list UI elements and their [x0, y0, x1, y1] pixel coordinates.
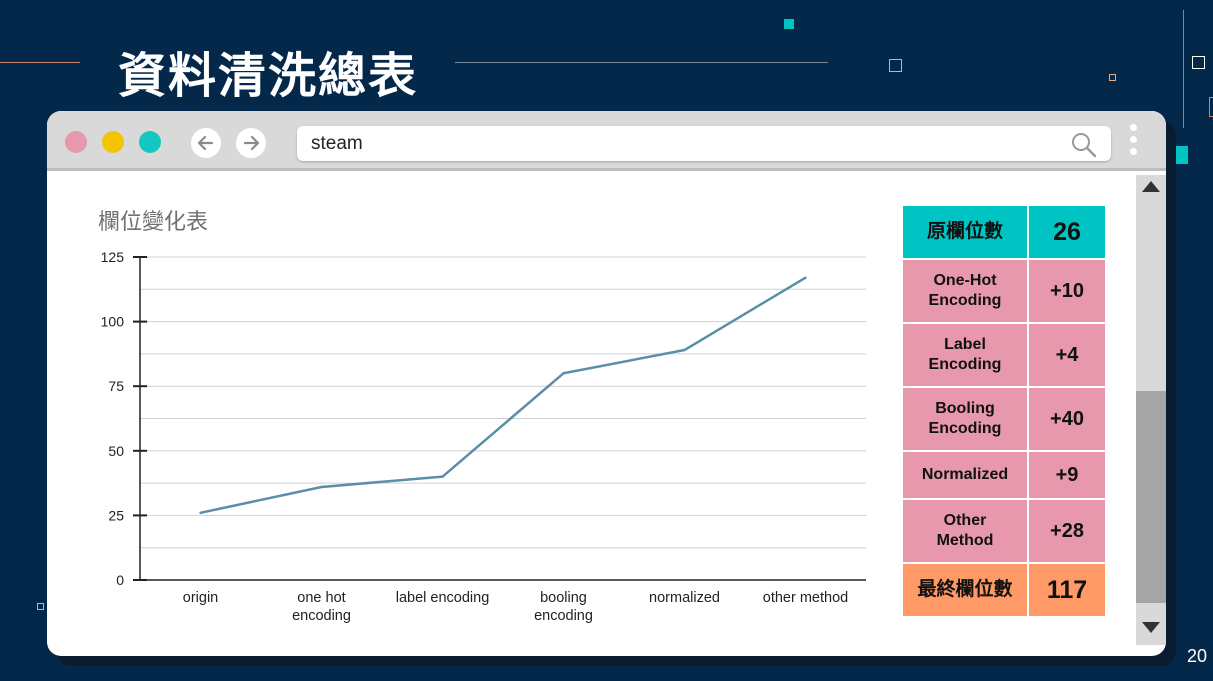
- right-vertical-line: [1183, 10, 1184, 128]
- scroll-thumb[interactable]: [1136, 391, 1166, 603]
- summary-value: +4: [1029, 324, 1105, 386]
- summary-row: Booling Encoding +40: [903, 388, 1105, 450]
- y-tick-label: 25: [108, 507, 124, 523]
- chart-title: 欄位變化表: [98, 210, 209, 235]
- summary-value: +28: [1029, 500, 1105, 562]
- scroll-up-icon[interactable]: [1142, 181, 1160, 192]
- x-tick-label: one hot encoding: [292, 590, 351, 624]
- summary-row: 最終欄位數 117: [903, 564, 1105, 616]
- summary-row: 原欄位數 26: [903, 206, 1105, 258]
- summary-label: Booling Encoding: [903, 388, 1027, 450]
- series-line: [200, 276, 807, 515]
- line-chart: 0 25 50 75 100 125 origin one hot encoding label …: [101, 249, 866, 624]
- data-point: [199, 511, 202, 515]
- summary-value: +9: [1029, 452, 1105, 498]
- summary-row: Normalized +9: [903, 452, 1105, 498]
- slide-title: 資料清洗總表: [118, 48, 419, 104]
- arrow-left-icon: [197, 135, 214, 151]
- forward-button[interactable]: [236, 128, 266, 158]
- arrow-right-icon: [243, 135, 260, 151]
- close-window-dot[interactable]: [65, 131, 87, 153]
- summary-label: Other Method: [903, 500, 1027, 562]
- summary-value: 117: [1029, 564, 1105, 616]
- summary-label: One-Hot Encoding: [903, 260, 1027, 322]
- summary-label: 最終欄位數: [903, 564, 1027, 616]
- y-tick-label: 75: [108, 378, 124, 394]
- summary-value: 26: [1029, 206, 1105, 258]
- scroll-down-icon[interactable]: [1142, 622, 1160, 633]
- data-point: [804, 276, 807, 279]
- page-number: 20: [1186, 646, 1207, 666]
- y-tick-label: 125: [101, 249, 125, 265]
- search-input-text: steam: [311, 133, 363, 154]
- small-orange-square-decoration: [1109, 74, 1116, 81]
- more-options-icon[interactable]: [1127, 124, 1139, 162]
- x-tick-label: label encoding: [396, 590, 490, 606]
- summary-value: +10: [1029, 260, 1105, 322]
- orange-square-decoration: [889, 59, 902, 72]
- summary-label: 原欄位數: [903, 206, 1027, 258]
- summary-label: Normalized: [903, 452, 1027, 498]
- search-input[interactable]: steam: [297, 126, 1111, 161]
- vertical-scrollbar[interactable]: [1136, 175, 1166, 645]
- teal-block-decoration: [1176, 146, 1188, 164]
- data-point: [441, 475, 444, 478]
- x-tick-label: normalized: [649, 590, 720, 606]
- bottom-orange-square-decoration: [37, 603, 44, 610]
- summary-label: Label Encoding: [903, 324, 1027, 386]
- y-tick-label: 100: [101, 314, 125, 330]
- title-right-line: [455, 62, 828, 63]
- y-tick-label: 0: [116, 572, 124, 588]
- right-orange-bracket-decoration: [1209, 97, 1213, 117]
- summary-value: +40: [1029, 388, 1105, 450]
- summary-table: 原欄位數 26 One-Hot Encoding +10 Label Encoding +4 B…: [901, 204, 1107, 618]
- maximize-window-dot[interactable]: [139, 131, 161, 153]
- summary-row: Other Method +28: [903, 500, 1105, 562]
- data-point: [683, 348, 686, 352]
- title-left-line: [0, 62, 80, 63]
- summary-row: Label Encoding +4: [903, 324, 1105, 386]
- x-tick-label: other method: [763, 590, 848, 606]
- x-tick-label: origin: [183, 590, 218, 606]
- minimize-window-dot[interactable]: [102, 131, 124, 153]
- teal-square-decoration: [784, 19, 794, 29]
- search-icon[interactable]: [1071, 132, 1097, 158]
- data-point: [320, 485, 323, 489]
- summary-row: One-Hot Encoding +10: [903, 260, 1105, 322]
- x-tick-label: booling encoding: [534, 590, 593, 624]
- data-point: [562, 372, 565, 375]
- white-square-decoration: [1192, 56, 1205, 69]
- back-button[interactable]: [191, 128, 221, 158]
- y-tick-label: 50: [108, 443, 124, 459]
- browser-titlebar: steam: [47, 111, 1166, 171]
